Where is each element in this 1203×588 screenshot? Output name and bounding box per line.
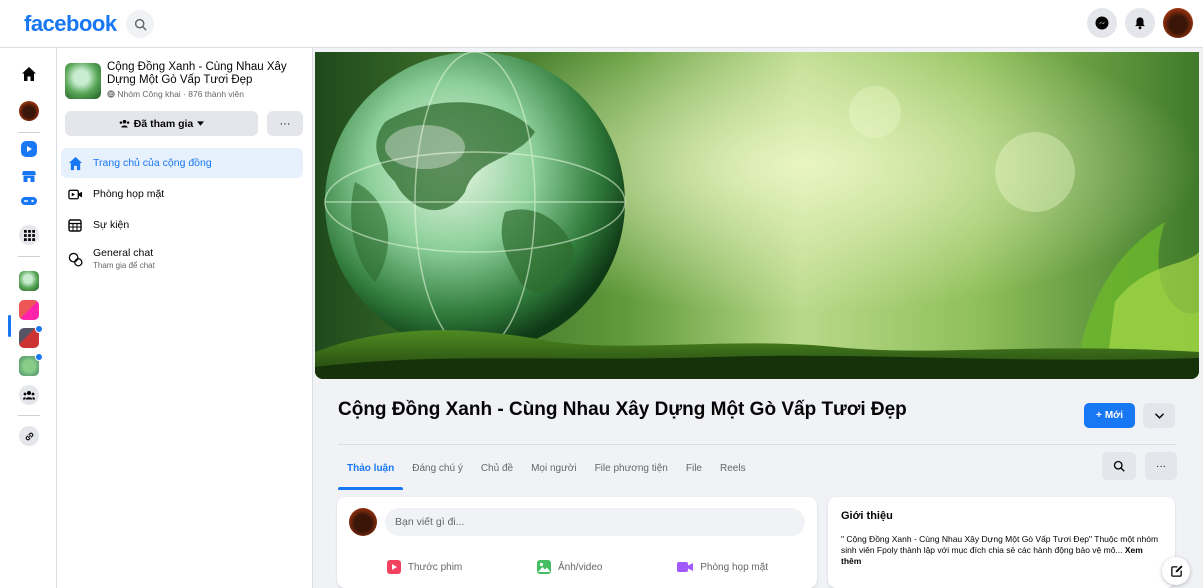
rail-active-indicator bbox=[8, 315, 11, 337]
sidebar-item-label: Trang chủ của cộng đồng bbox=[93, 157, 212, 169]
tabs-more-button[interactable]: ··· bbox=[1145, 452, 1177, 480]
sidebar-item-meeting-room[interactable]: Phòng họp mặt bbox=[61, 179, 303, 209]
sidebar-item-label: General chat bbox=[93, 247, 154, 259]
rail-divider bbox=[18, 132, 40, 133]
rail-menu-button[interactable] bbox=[19, 225, 39, 245]
video-room-icon bbox=[677, 562, 694, 572]
marketplace-icon bbox=[22, 171, 36, 182]
messenger-button[interactable] bbox=[1087, 8, 1117, 38]
rail-gaming-button[interactable] bbox=[19, 191, 39, 211]
group-name[interactable]: Cộng Đồng Xanh - Cùng Nhau Xây Dựng Một … bbox=[107, 61, 303, 87]
tab-discussion[interactable]: Thảo luận bbox=[338, 446, 404, 490]
globe-cover-image bbox=[315, 52, 1199, 379]
tab-reels[interactable]: Reels bbox=[711, 446, 755, 490]
rail-group-cong-dong-xanh[interactable] bbox=[19, 271, 39, 291]
messenger-icon bbox=[1095, 16, 1109, 30]
groups-icon bbox=[23, 391, 35, 400]
notifications-button[interactable] bbox=[1125, 8, 1155, 38]
group-title: Cộng Đồng Xanh - Cùng Nhau Xây Dựng Một … bbox=[338, 399, 907, 420]
tab-media[interactable]: File phương tiện bbox=[586, 446, 677, 490]
sidebar-item-community-home[interactable]: Trang chủ của cộng đồng bbox=[61, 148, 303, 178]
rail-divider bbox=[18, 415, 40, 416]
group-thumbnail[interactable] bbox=[65, 63, 101, 99]
home-icon bbox=[22, 67, 36, 81]
meeting-room-label: Phòng họp mặt bbox=[700, 561, 769, 573]
group-sidebar: Cộng Đồng Xanh - Cùng Nhau Xây Dựng Một … bbox=[57, 48, 313, 588]
rail-home-button[interactable] bbox=[19, 64, 39, 84]
group-tabs: Thảo luận Đáng chú ý Chủ đề Mọi người Fi… bbox=[338, 446, 755, 490]
chevron-down-icon bbox=[1154, 412, 1164, 419]
globe-icon bbox=[107, 90, 115, 98]
caret-down-icon bbox=[197, 121, 205, 126]
more-label: ··· bbox=[279, 117, 291, 130]
about-text: " Cộng Đồng Xanh - Cùng Nhau Xây Dựng Mộ… bbox=[841, 534, 1159, 566]
tab-featured[interactable]: Đáng chú ý bbox=[403, 446, 472, 490]
tab-people[interactable]: Mọi người bbox=[522, 446, 586, 490]
more-label: ··· bbox=[1156, 460, 1166, 472]
photo-video-button[interactable]: Ảnh/video bbox=[536, 552, 603, 582]
joined-label: Đã tham gia bbox=[133, 117, 194, 130]
reel-label: Thước phim bbox=[407, 561, 463, 573]
new-message-button[interactable] bbox=[1162, 557, 1190, 585]
reel-icon bbox=[386, 560, 401, 574]
unread-dot bbox=[35, 325, 43, 333]
rail-edit-shortcuts-button[interactable] bbox=[19, 426, 39, 446]
sidebar-item-general-chat[interactable]: General chat Tham gia để chat bbox=[61, 244, 303, 278]
photo-icon bbox=[537, 560, 552, 574]
video-icon bbox=[27, 146, 32, 152]
search-button[interactable] bbox=[126, 10, 154, 38]
sidebar-item-label: Phòng họp mặt bbox=[93, 188, 165, 200]
sidebar-item-sublabel: Tham gia để chat bbox=[93, 261, 155, 270]
post-composer: Bạn viết gì đi... Thước phim Ảnh/video P… bbox=[337, 497, 817, 588]
compose-icon bbox=[1170, 564, 1183, 577]
tab-files[interactable]: File bbox=[677, 446, 711, 490]
cover-photo[interactable] bbox=[315, 52, 1199, 379]
rail-watch-button[interactable] bbox=[21, 141, 37, 157]
top-navigation-bar: facebook bbox=[0, 0, 1203, 48]
facebook-logo[interactable]: facebook bbox=[24, 11, 117, 37]
expand-button[interactable] bbox=[1143, 403, 1175, 428]
about-heading: Giới thiệu bbox=[841, 510, 893, 522]
profile-avatar-button[interactable] bbox=[1163, 8, 1193, 38]
sidebar-item-events[interactable]: Sự kiện bbox=[61, 210, 303, 240]
joined-button[interactable]: Đã tham gia bbox=[65, 111, 258, 136]
people-icon bbox=[119, 119, 130, 128]
rail-marketplace-button[interactable] bbox=[19, 166, 39, 186]
shortcut-rail bbox=[0, 48, 57, 588]
photo-video-label: Ảnh/video bbox=[558, 561, 603, 573]
reel-button[interactable]: Thước phim bbox=[386, 552, 462, 582]
rail-groups-button[interactable] bbox=[19, 385, 39, 405]
game-controller-icon bbox=[21, 197, 37, 205]
post-input[interactable]: Bạn viết gì đi... bbox=[385, 508, 805, 536]
group-privacy-members: Nhóm Công khai · 876 thành viên bbox=[117, 89, 245, 99]
plus-icon: + bbox=[1095, 410, 1102, 421]
new-button[interactable]: + Mới bbox=[1084, 403, 1135, 428]
chat-icon bbox=[67, 251, 83, 267]
about-card: Giới thiệu " Cộng Đồng Xanh - Cùng Nhau … bbox=[828, 497, 1175, 588]
video-room-icon bbox=[67, 186, 83, 202]
rail-group-shortcut[interactable] bbox=[19, 353, 43, 376]
bell-icon bbox=[1135, 17, 1145, 30]
search-icon bbox=[134, 18, 147, 31]
home-icon bbox=[67, 155, 83, 171]
rail-group-shortcut[interactable] bbox=[19, 300, 39, 320]
calendar-icon bbox=[67, 217, 83, 233]
sidebar-item-label: Sự kiện bbox=[93, 219, 130, 231]
grid-menu-icon bbox=[23, 229, 35, 241]
tab-topics[interactable]: Chủ đề bbox=[472, 446, 522, 490]
rail-group-shortcut[interactable] bbox=[19, 325, 43, 348]
group-more-button[interactable]: ··· bbox=[267, 111, 303, 136]
avatar[interactable] bbox=[349, 508, 377, 536]
link-icon bbox=[25, 432, 33, 440]
unread-dot bbox=[35, 353, 43, 361]
rail-profile-button[interactable] bbox=[19, 101, 39, 121]
new-button-label: Mới bbox=[1104, 410, 1124, 421]
group-main-content: Cộng Đồng Xanh - Cùng Nhau Xây Dựng Một … bbox=[313, 48, 1203, 588]
group-meta: Nhóm Công khai · 876 thành viên bbox=[107, 89, 244, 99]
meeting-room-button[interactable]: Phòng họp mặt bbox=[676, 552, 768, 582]
search-icon bbox=[1113, 460, 1125, 472]
header-divider bbox=[338, 444, 1176, 445]
group-search-button[interactable] bbox=[1102, 452, 1136, 480]
rail-divider bbox=[18, 256, 40, 257]
